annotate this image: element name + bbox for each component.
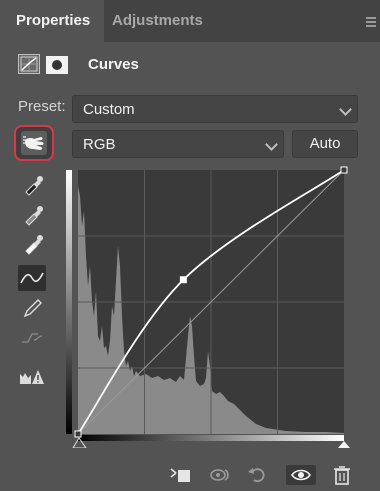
clipping-warning-icon[interactable] bbox=[18, 364, 46, 388]
tab-properties[interactable]: Properties bbox=[0, 0, 104, 42]
smooth-icon[interactable] bbox=[18, 326, 46, 350]
curves-graph[interactable] bbox=[66, 166, 356, 449]
pencil-icon[interactable] bbox=[18, 296, 46, 320]
panel-menu-icon[interactable] bbox=[366, 17, 376, 29]
gray-point-eyedropper-icon[interactable] bbox=[18, 202, 46, 226]
edit-points-icon[interactable] bbox=[18, 265, 46, 291]
panel-tab-bar: Properties Adjustments bbox=[0, 0, 380, 42]
view-previous-icon[interactable] bbox=[208, 465, 232, 485]
reset-icon[interactable] bbox=[246, 465, 270, 485]
delete-icon[interactable] bbox=[330, 465, 354, 485]
properties-bottom-bar bbox=[0, 459, 380, 491]
input-gradient bbox=[78, 435, 344, 441]
clip-to-layer-icon[interactable] bbox=[168, 465, 192, 485]
layer-mask-icon[interactable] bbox=[46, 56, 68, 74]
auto-button[interactable]: Auto bbox=[292, 130, 358, 158]
white-input-slider[interactable] bbox=[338, 441, 350, 448]
white-point-eyedropper-icon[interactable] bbox=[18, 231, 46, 255]
visibility-icon[interactable] bbox=[286, 465, 316, 485]
preset-dropdown[interactable]: Custom bbox=[72, 95, 358, 123]
output-gradient bbox=[66, 170, 72, 434]
curves-adjustment-icon[interactable] bbox=[18, 54, 40, 74]
black-point-eyedropper-icon[interactable] bbox=[18, 172, 46, 196]
curve-control-point[interactable] bbox=[340, 166, 348, 174]
curve-control-point[interactable] bbox=[74, 430, 82, 438]
channel-value: RGB bbox=[83, 136, 116, 153]
preset-value: Custom bbox=[83, 101, 135, 118]
preset-label: Preset: bbox=[18, 98, 66, 115]
panel-title: Curves bbox=[88, 56, 139, 73]
curve-control-point[interactable] bbox=[179, 276, 187, 284]
tab-adjustments[interactable]: Adjustments bbox=[112, 0, 203, 42]
channel-dropdown[interactable]: RGB bbox=[72, 130, 284, 158]
chevron-down-icon bbox=[265, 138, 278, 151]
on-image-adjust-icon[interactable] bbox=[14, 125, 54, 161]
chevron-down-icon bbox=[339, 103, 352, 116]
